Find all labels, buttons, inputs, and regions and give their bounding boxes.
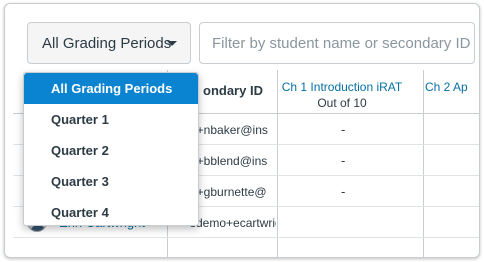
- menu-item-quarter-2[interactable]: Quarter 2: [24, 135, 198, 166]
- menu-item-quarter-1[interactable]: Quarter 1: [24, 104, 198, 135]
- secondary-id-cell: sdemo+ecartwright: [190, 216, 276, 230]
- assignment-title[interactable]: Ch 1 Introduction iRAT: [277, 70, 407, 94]
- secondary-id-cell: o+nbaker@ins: [190, 123, 268, 137]
- student-filter-input[interactable]: [199, 22, 475, 64]
- menu-item-quarter-3[interactable]: Quarter 3: [24, 166, 198, 197]
- score-cell[interactable]: -: [341, 153, 345, 168]
- assignment-title[interactable]: Ch 2 Ap: [425, 70, 479, 94]
- secondary-id-header[interactable]: ondary ID: [203, 83, 263, 98]
- secondary-id-cell: o+bblend@ins: [190, 154, 268, 168]
- assignment-points: Out of 10: [317, 96, 367, 110]
- secondary-id-cell: o+gburnette@: [190, 185, 267, 199]
- score-cell[interactable]: -: [341, 122, 345, 137]
- menu-item-all-grading-periods[interactable]: All Grading Periods: [24, 73, 198, 104]
- menu-item-quarter-4[interactable]: Quarter 4: [24, 197, 198, 228]
- gradebook-window: All Grading Periods ondary ID Ch 1 Intro…: [4, 3, 480, 258]
- assignment-header-ch2[interactable]: Ch 2 Ap: [425, 70, 479, 114]
- score-cell[interactable]: -: [341, 184, 345, 199]
- grading-period-select[interactable]: All Grading Periods: [27, 22, 191, 64]
- assignment-header-ch1[interactable]: Ch 1 Introduction iRAT Out of 10: [277, 70, 407, 114]
- caret-down-icon: [167, 41, 177, 46]
- grading-period-label: All Grading Periods: [42, 34, 172, 52]
- grading-period-menu: All Grading Periods Quarter 1 Quarter 2 …: [23, 72, 199, 226]
